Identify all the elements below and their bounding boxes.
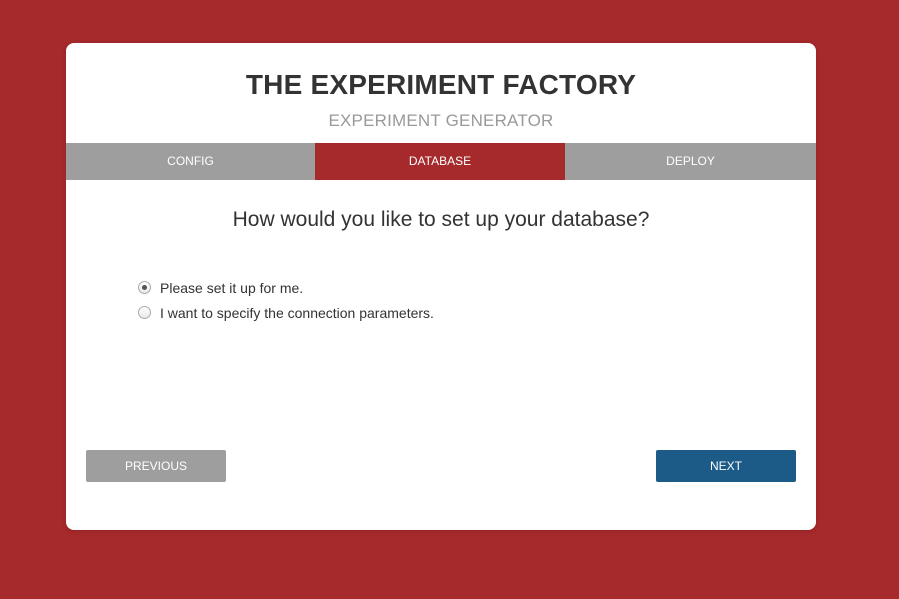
- page-subtitle: EXPERIMENT GENERATOR: [328, 111, 554, 130]
- database-options: Please set it up for me. I want to speci…: [138, 275, 434, 325]
- page-title: THE EXPERIMENT FACTORY: [245, 69, 637, 100]
- tab-database[interactable]: DATABASE: [315, 143, 565, 180]
- previous-button[interactable]: PREVIOUS: [86, 450, 226, 482]
- radio-auto-setup[interactable]: [138, 281, 151, 294]
- radio-manual-params[interactable]: [138, 306, 151, 319]
- option-auto-setup[interactable]: Please set it up for me.: [138, 275, 434, 300]
- next-button[interactable]: NEXT: [656, 450, 796, 482]
- step-tabs: CONFIG DATABASE DEPLOY: [66, 143, 816, 180]
- option-manual-params-label[interactable]: I want to specify the connection paramet…: [160, 305, 434, 321]
- tab-deploy[interactable]: DEPLOY: [565, 143, 816, 180]
- tab-config[interactable]: CONFIG: [66, 143, 315, 180]
- option-manual-params[interactable]: I want to specify the connection paramet…: [138, 300, 434, 325]
- database-question: How would you like to set up your databa…: [232, 208, 650, 231]
- option-auto-setup-label[interactable]: Please set it up for me.: [160, 280, 303, 296]
- wizard-card: THE EXPERIMENT FACTORY EXPERIMENT GENERA…: [66, 43, 816, 530]
